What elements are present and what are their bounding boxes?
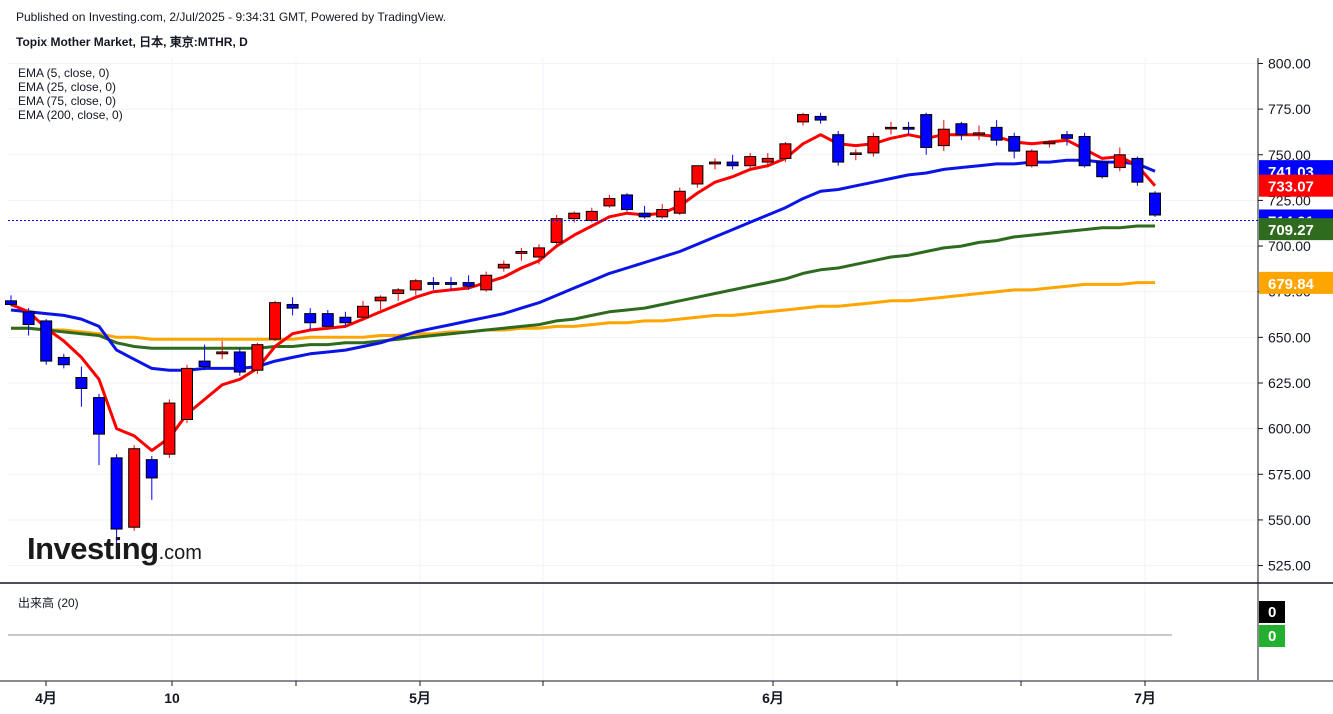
x-tick-label: 10: [164, 690, 180, 706]
candle-body: [656, 209, 669, 218]
candle-body: [550, 218, 563, 243]
candle-body: [709, 161, 721, 165]
candle-body: [797, 114, 809, 123]
candle-body: [1131, 157, 1144, 183]
candle-body: [181, 367, 193, 421]
candle-body: [5, 300, 17, 305]
y-tick-label: 650.00: [1268, 329, 1311, 345]
candle-body: [480, 274, 493, 291]
candle-body: [1025, 150, 1038, 167]
logo-suffix: .com: [158, 542, 202, 564]
x-tick-label: 6月: [762, 690, 784, 706]
candle-body: [1078, 136, 1091, 167]
price-label: 679.84: [1268, 276, 1315, 293]
candle-body: [885, 126, 897, 130]
y-tick-label: 700.00: [1268, 238, 1311, 254]
candle-body: [445, 282, 457, 285]
y-tick-label: 625.00: [1268, 375, 1311, 391]
candle-body: [902, 126, 915, 130]
x-tick-label: 4月: [35, 690, 57, 706]
ema-line: [11, 224, 1155, 350]
candle-body: [1061, 134, 1073, 139]
candle-body: [409, 280, 422, 291]
candle-body: [1113, 154, 1126, 169]
candle-body: [198, 360, 211, 368]
candle-body: [832, 134, 845, 163]
candle-body: [163, 402, 176, 455]
candle-body: [1043, 141, 1056, 145]
volume-legend[interactable]: 出来高 (20): [18, 594, 79, 611]
candle-body: [57, 356, 70, 366]
candle-body: [849, 152, 862, 155]
y-tick-label: 550.00: [1268, 512, 1311, 528]
candle-body: [814, 115, 827, 121]
candle-body: [497, 263, 510, 269]
logo-main: Investing: [27, 531, 159, 566]
candle-body: [145, 459, 158, 479]
volume-value: 0: [1268, 604, 1276, 621]
candle-body: [990, 126, 1003, 141]
candle-body: [568, 212, 581, 220]
y-tick-label: 575.00: [1268, 466, 1311, 482]
time-axis: 4月 10 5月 6月 7月: [0, 680, 1333, 706]
volume-ma-value: 0: [1268, 628, 1276, 645]
candle-body: [761, 157, 774, 163]
candle-body: [251, 344, 264, 371]
candle-body: [779, 143, 792, 159]
candle-body: [304, 313, 317, 324]
candle-body: [515, 251, 528, 254]
price-labels: 741.03733.07714.01709.27679.84: [1259, 160, 1333, 294]
candle-body: [603, 198, 616, 207]
investing-logo: Investing.com: [27, 531, 202, 567]
candle-body: [339, 316, 352, 324]
candle-body: [673, 190, 686, 214]
candle-body: [585, 210, 598, 221]
candle-body: [216, 351, 229, 355]
candle-body: [75, 377, 88, 389]
candle-body: [744, 156, 757, 167]
candle-body: [726, 161, 739, 167]
candle-body: [462, 282, 475, 287]
candle-body: [973, 132, 985, 136]
candle-body: [1096, 161, 1109, 178]
price-chart[interactable]: 525.00550.00575.00600.00625.00650.00675.…: [0, 0, 1333, 714]
candle-body: [286, 303, 299, 309]
candle-body: [40, 320, 53, 362]
candle-body: [321, 313, 334, 327]
candle-body: [533, 247, 545, 258]
candle-body: [392, 289, 405, 295]
candle-body: [937, 128, 950, 147]
y-tick-label: 525.00: [1268, 558, 1311, 574]
candle-body: [867, 136, 880, 154]
price-label: 733.07: [1268, 179, 1314, 196]
price-label: 709.27: [1268, 222, 1314, 239]
candle-body: [93, 397, 105, 435]
candle-body: [22, 311, 35, 326]
candle-body: [691, 165, 704, 185]
ema-line: [11, 281, 1155, 341]
candle-body: [427, 282, 440, 285]
y-tick-label: 800.00: [1268, 55, 1311, 71]
candle-body: [1008, 136, 1021, 152]
candle-body: [374, 296, 387, 302]
candles: [5, 112, 1161, 551]
candle-body: [128, 448, 141, 528]
x-tick-label: 7月: [1134, 690, 1156, 706]
volume-pane: 00: [8, 601, 1285, 647]
candle-body: [621, 194, 633, 211]
y-tick-label: 775.00: [1268, 101, 1311, 117]
x-tick-label: 5月: [409, 690, 431, 706]
candle-body: [920, 114, 933, 148]
candle-body: [357, 305, 369, 318]
y-tick-label: 600.00: [1268, 421, 1311, 437]
candle-body: [638, 212, 651, 218]
candle-body: [1149, 192, 1161, 216]
candle-body: [269, 302, 281, 340]
candle-body: [955, 123, 968, 136]
candle-body: [110, 457, 123, 530]
candle-body: [233, 351, 246, 373]
